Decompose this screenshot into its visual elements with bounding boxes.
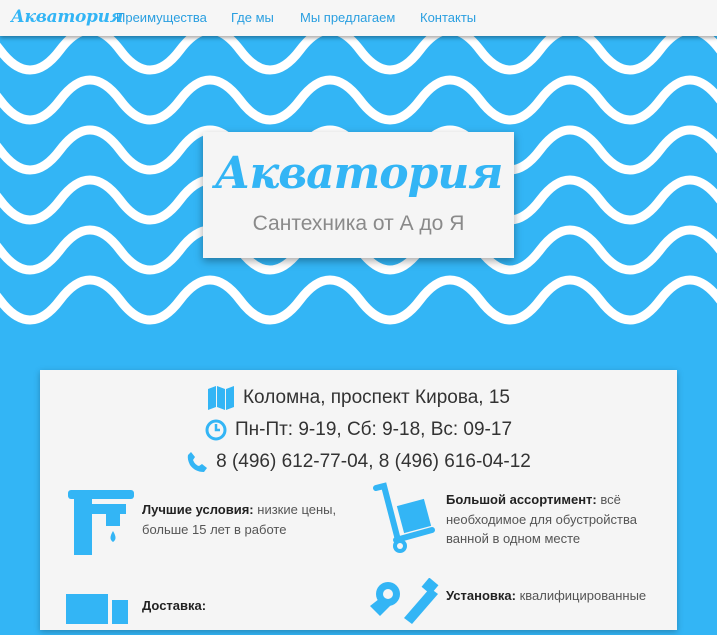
nav-contacts[interactable]: Контакты <box>420 10 476 25</box>
brand-logo-link[interactable]: Акватория <box>11 7 123 27</box>
feature-delivery: Доставка: <box>142 596 352 616</box>
feature-best-conditions: Лучшие условия: низкие цены, больше 15 л… <box>142 500 352 539</box>
feature-title: Доставка: <box>142 598 207 613</box>
address-line: Коломна, проспект Кирова, 15 <box>40 384 677 412</box>
hero-subtitle: Сантехника от А до Я <box>252 212 465 235</box>
feature-title: Установка: <box>446 588 516 603</box>
map-icon <box>207 385 235 411</box>
phones-line: 8 (496) 612-77-04, 8 (496) 616-04-12 <box>40 448 677 476</box>
phones-text: 8 (496) 612-77-04, 8 (496) 616-04-12 <box>216 451 531 472</box>
clock-icon <box>205 419 227 441</box>
hero-title: Акватория <box>214 148 504 199</box>
feature-text: квалифицированные <box>519 588 647 603</box>
phone-icon <box>186 451 208 473</box>
hero-title-card: Акватория Сантехника от А до Я <box>203 132 514 258</box>
hours-text: Пн-Пт: 9-19, Сб: 9-18, Вс: 09-17 <box>234 419 513 440</box>
tools-icon <box>366 577 440 633</box>
hand-truck-icon <box>370 482 440 561</box>
hours-line: Пн-Пт: 9-19, Сб: 9-18, Вс: 09-17 <box>40 416 677 444</box>
nav-location[interactable]: Где мы <box>231 10 274 25</box>
hero-section: Акватория Сантехника от А до Я <box>0 36 717 346</box>
feature-title: Большой ассортимент: <box>446 492 597 507</box>
truck-icon <box>64 590 134 635</box>
feature-installation: Установка: квалифицированные <box>446 586 656 606</box>
feature-assortment: Большой ассортимент: всё необходимое для… <box>446 490 651 549</box>
nav-offers[interactable]: Мы предлагаем <box>300 10 395 25</box>
top-navbar: Акватория Преимущества Где мы Мы предлаг… <box>0 0 717 36</box>
address-text: Коломна, проспект Кирова, 15 <box>242 387 510 408</box>
info-card: Коломна, проспект Кирова, 15 Пн-Пт: 9-19… <box>40 370 677 630</box>
feature-title: Лучшие условия: <box>142 502 254 517</box>
nav-advantages[interactable]: Преимущества <box>116 10 207 25</box>
faucet-icon <box>66 484 136 563</box>
